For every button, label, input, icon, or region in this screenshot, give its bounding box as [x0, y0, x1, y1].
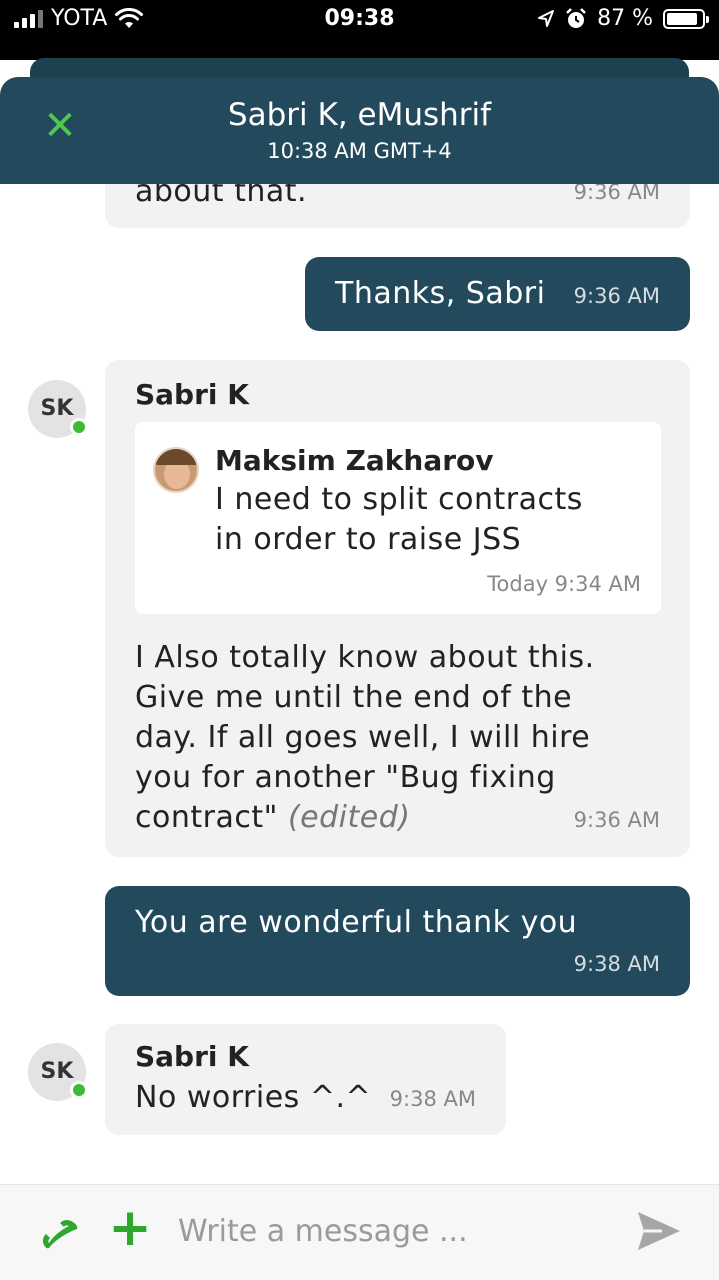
sender-name: Sabri K [135, 1040, 249, 1073]
message-time: 9:36 AM [573, 808, 660, 832]
quoted-message[interactable]: Maksim Zakharov I need to split contract… [135, 422, 661, 614]
chat-header: ✕ Sabri K, eMushrif 10:38 AM GMT+4 [0, 77, 719, 184]
online-indicator [70, 1081, 88, 1099]
message-text: No worries ^.^ [135, 1080, 372, 1115]
avatar[interactable]: SK [28, 380, 88, 438]
quoted-text-line: I need to split contracts [215, 482, 583, 517]
chat-local-time: 10:38 AM GMT+4 [267, 139, 452, 163]
edited-label: (edited) [287, 800, 411, 835]
plus-icon: + [108, 1198, 152, 1258]
alarm-icon [566, 7, 586, 28]
message-text-last: contract" [135, 800, 278, 835]
send-icon [638, 1212, 680, 1250]
message-text-line: day. If all goes well, I will hire [135, 720, 591, 755]
avatar-initials: SK [40, 1059, 74, 1084]
phone-icon [42, 1219, 78, 1249]
avatar-initials: SK [40, 396, 74, 421]
battery-percent: 87 % [597, 6, 653, 31]
message-input[interactable] [178, 1207, 608, 1255]
message-bubble: You are wonderful thank you 9:38 AM [105, 886, 690, 996]
status-bar: YOTA 09:38 87 % [0, 0, 719, 60]
message-bubble: Sabri K Maksim Zakharov I need to split … [105, 360, 690, 857]
attach-button[interactable]: + [108, 1202, 152, 1254]
message-time: 9:38 AM [573, 952, 660, 976]
message-time: 9:38 AM [389, 1087, 476, 1111]
quoted-text-line: in order to raise JSS [215, 522, 522, 557]
message-composer: + [0, 1184, 719, 1280]
message-text: You are wonderful thank you [135, 905, 578, 940]
sender-name: Sabri K [135, 378, 249, 411]
quoted-author-avatar [153, 447, 199, 493]
avatar[interactable]: SK [28, 1043, 88, 1101]
message-text: Thanks, Sabri [335, 276, 546, 311]
status-right: 87 % [537, 6, 709, 31]
message-bubble: Sabri K No worries ^.^ 9:38 AM [105, 1024, 506, 1135]
battery-icon [663, 8, 709, 29]
message-text-line: I Also totally know about this. [135, 640, 595, 675]
message-text-line: you for another "Bug fixing [135, 760, 556, 795]
message-bubble: Thanks, Sabri 9:36 AM [305, 257, 690, 331]
online-indicator [70, 418, 88, 436]
quoted-time: Today 9:34 AM [487, 572, 641, 596]
message-text-line: Give me until the end of the [135, 680, 573, 715]
message-time: 9:36 AM [573, 284, 660, 308]
quoted-author: Maksim Zakharov [215, 444, 494, 477]
chat-title: Sabri K, eMushrif [227, 97, 492, 133]
location-arrow-icon [538, 9, 555, 27]
